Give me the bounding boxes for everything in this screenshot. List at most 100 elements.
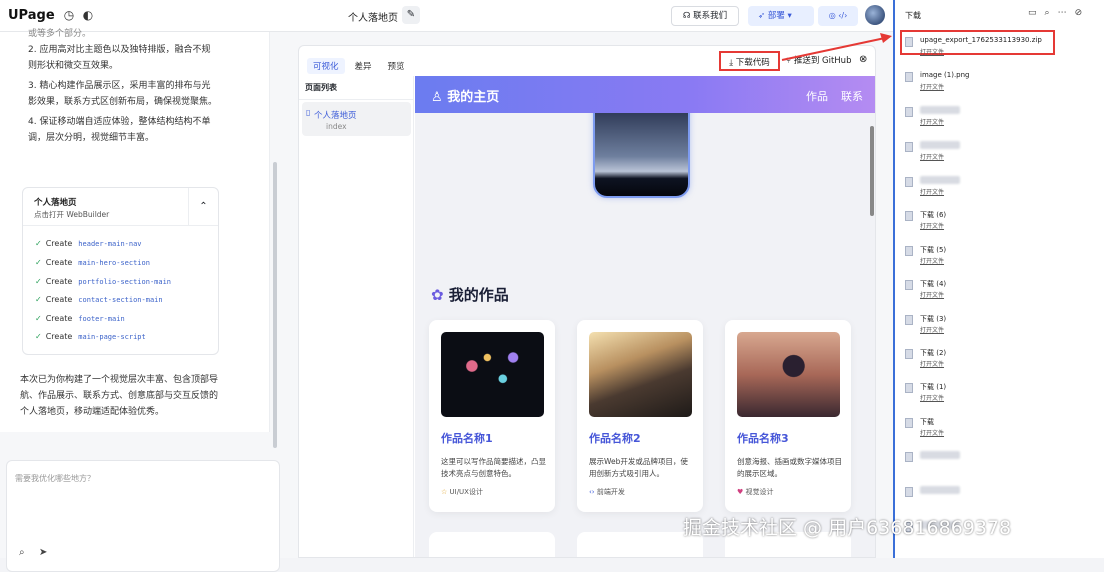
download-item[interactable]: image (1).png 打开文件 bbox=[905, 70, 1095, 100]
task-code: footer-main bbox=[78, 315, 125, 323]
download-item[interactable]: 下载 打开文件 bbox=[905, 416, 1095, 446]
open-file-link[interactable]: 打开文件 bbox=[920, 256, 944, 265]
task-code: main-hero-section bbox=[78, 259, 150, 267]
download-name: image (1).png bbox=[920, 71, 970, 79]
open-file-link[interactable]: 打开文件 bbox=[920, 82, 944, 91]
check-icon: ✓ bbox=[35, 314, 42, 323]
contact-button[interactable]: ☊ 联系我们 bbox=[671, 6, 739, 26]
tab-visual[interactable]: 可视化 bbox=[307, 58, 345, 74]
work-card-partial bbox=[429, 532, 555, 557]
download-item[interactable] bbox=[905, 450, 1095, 480]
open-file-link[interactable]: 打开文件 bbox=[920, 187, 944, 196]
send-icon[interactable]: ➤ bbox=[39, 547, 47, 558]
download-code-button[interactable]: ⤓ 下载代码 bbox=[719, 51, 780, 71]
edit-title-button[interactable]: ✎ bbox=[402, 6, 420, 24]
tab-diff[interactable]: 差异 bbox=[349, 58, 378, 74]
open-file-link[interactable]: 打开文件 bbox=[920, 152, 944, 161]
download-name: 下载 (2) bbox=[920, 349, 947, 357]
work-image bbox=[589, 332, 692, 417]
download-item[interactable] bbox=[905, 485, 1095, 515]
nav-link-contact[interactable]: 联系 bbox=[841, 88, 863, 104]
artifact-card-header: 个人落地页 点击打开 WebBuilder ⌃ bbox=[23, 188, 218, 226]
deploy-button[interactable]: ➶ 部署 ▾ bbox=[748, 6, 814, 26]
annotation-arrow bbox=[781, 33, 892, 61]
work-tag: ‹› 前端开发 bbox=[589, 487, 625, 497]
file-icon bbox=[905, 211, 913, 221]
chat-panel: 或等多个部分。 2. 应用高对比主题色以及独特排版，融合不规则形状和微交互效果。… bbox=[0, 29, 280, 572]
folder-icon[interactable]: ▭ bbox=[1028, 8, 1045, 18]
headset-icon: ☊ bbox=[682, 11, 694, 21]
clock-icon[interactable]: ◷ bbox=[62, 8, 76, 22]
task-code: main-page-script bbox=[78, 333, 146, 341]
file-icon: ▯ bbox=[306, 108, 311, 117]
task-item: ✓ Create main-hero-section bbox=[35, 258, 150, 267]
download-item[interactable]: 打开文件 bbox=[905, 175, 1095, 205]
chat-summary: 本次已为你构建了一个视觉层次丰富、包含顶部导航、作品展示、联系方式、创意底部与交… bbox=[20, 375, 219, 417]
site-scrollbar[interactable] bbox=[870, 126, 874, 216]
chat-scrollbar[interactable] bbox=[273, 162, 277, 448]
page-title: 个人落地页 bbox=[348, 13, 398, 24]
work-image bbox=[737, 332, 840, 417]
chat-input[interactable]: 需要我优化哪些地方？ ⌕ ➤ bbox=[6, 460, 280, 572]
theme-icon[interactable]: ◐ bbox=[81, 8, 95, 22]
pin-icon[interactable]: ⊘ bbox=[1075, 8, 1091, 18]
work-card[interactable]: 作品名称3 创意海报、插画或数字媒体项目的展示区域。 ♥ 视觉设计 bbox=[725, 320, 851, 512]
task-verb: Create bbox=[45, 277, 73, 286]
download-name-blurred bbox=[920, 141, 960, 149]
download-item[interactable]: upage_export_1762533113930.zip 打开文件 bbox=[905, 35, 1095, 65]
download-name-blurred bbox=[920, 486, 960, 494]
tab-preview[interactable]: 预览 bbox=[382, 58, 411, 74]
check-icon: ✓ bbox=[35, 258, 42, 267]
download-name-blurred bbox=[920, 106, 960, 114]
artifact-card[interactable]: 个人落地页 点击打开 WebBuilder ⌃ ✓ Create header-ma… bbox=[22, 187, 219, 355]
download-item[interactable]: 下载 (5) 打开文件 bbox=[905, 244, 1095, 274]
artifact-subtitle: 点击打开 WebBuilder bbox=[34, 210, 110, 219]
star-icon: ☆ bbox=[441, 488, 450, 496]
work-card[interactable]: 作品名称1 这里可以写作品简要描述，凸显技术亮点与创意特色。 ☆ UI/UX设计 bbox=[429, 320, 555, 512]
file-icon bbox=[905, 72, 913, 82]
nav-link-works[interactable]: 作品 bbox=[806, 88, 828, 104]
open-file-link[interactable]: 打开文件 bbox=[920, 47, 944, 56]
work-tag: ♥ 视觉设计 bbox=[737, 487, 774, 497]
open-file-link[interactable]: 打开文件 bbox=[920, 359, 944, 368]
file-icon bbox=[905, 383, 913, 393]
download-item[interactable]: 打开文件 bbox=[905, 105, 1095, 135]
download-item[interactable]: 下载 (4) 打开文件 bbox=[905, 278, 1095, 308]
work-tag-label: 视觉设计 bbox=[745, 488, 774, 496]
chat-list-item: 4. 保证移动端自适应体验，整体结构结构不单调，层次分明，视觉细节丰富。 bbox=[28, 117, 211, 143]
work-tag-label: UI/UX设计 bbox=[449, 488, 483, 496]
avatar[interactable] bbox=[865, 5, 885, 25]
more-icon[interactable]: ⋯ bbox=[1058, 8, 1075, 18]
check-icon: ✓ bbox=[35, 277, 42, 286]
open-file-link[interactable]: 打开文件 bbox=[920, 290, 944, 299]
work-name: 作品名称1 bbox=[441, 432, 493, 445]
download-item[interactable]: 下载 (6) 打开文件 bbox=[905, 209, 1095, 239]
chevron-up-icon[interactable]: ⌃ bbox=[188, 188, 218, 226]
download-item[interactable]: 下载 (2) 打开文件 bbox=[905, 347, 1095, 377]
task-item: ✓ Create footer-main bbox=[35, 314, 125, 323]
download-item[interactable]: 下载 (1) 打开文件 bbox=[905, 381, 1095, 411]
search-icon[interactable]: ⌕ bbox=[1045, 8, 1058, 18]
work-tag: ☆ UI/UX设计 bbox=[441, 487, 483, 497]
upage-app: UPage ◷ ◐ 个人落地页 ✎ ☊ 联系我们 ➶ 部署 ▾ ◎ ‹/› 或等… bbox=[0, 0, 893, 572]
download-item[interactable]: 打开文件 bbox=[905, 140, 1095, 170]
open-file-link[interactable]: 打开文件 bbox=[920, 428, 944, 437]
open-file-link[interactable]: 打开文件 bbox=[920, 221, 944, 230]
palette-icon: ✿ bbox=[431, 286, 449, 304]
work-card[interactable]: 作品名称2 展示Web开发或品牌项目，使用创新方式吸引用人。 ‹› 前端开发 bbox=[577, 320, 703, 512]
open-file-link[interactable]: 打开文件 bbox=[920, 325, 944, 334]
file-icon bbox=[905, 142, 913, 152]
task-code: header-main-nav bbox=[78, 240, 142, 248]
hero-image bbox=[593, 106, 690, 198]
code-icon: ‹› bbox=[589, 488, 597, 496]
task-code: contact-section-main bbox=[78, 296, 163, 304]
open-file-link[interactable]: 打开文件 bbox=[920, 117, 944, 126]
chat-messages: 或等多个部分。 2. 应用高对比主题色以及独特排版，融合不规则形状和微交互效果。… bbox=[0, 29, 270, 432]
site-brand-label: 我的主页 bbox=[447, 90, 500, 105]
rocket-icon: ➶ bbox=[758, 11, 768, 21]
code-toggle-button[interactable]: ◎ ‹/› bbox=[818, 6, 858, 26]
download-item[interactable]: 下载 (3) 打开文件 bbox=[905, 313, 1095, 343]
page-list-item[interactable]: ▯ 个人落地页 index bbox=[302, 102, 411, 136]
attachment-icon[interactable]: ⌕ bbox=[19, 547, 25, 558]
open-file-link[interactable]: 打开文件 bbox=[920, 393, 944, 402]
